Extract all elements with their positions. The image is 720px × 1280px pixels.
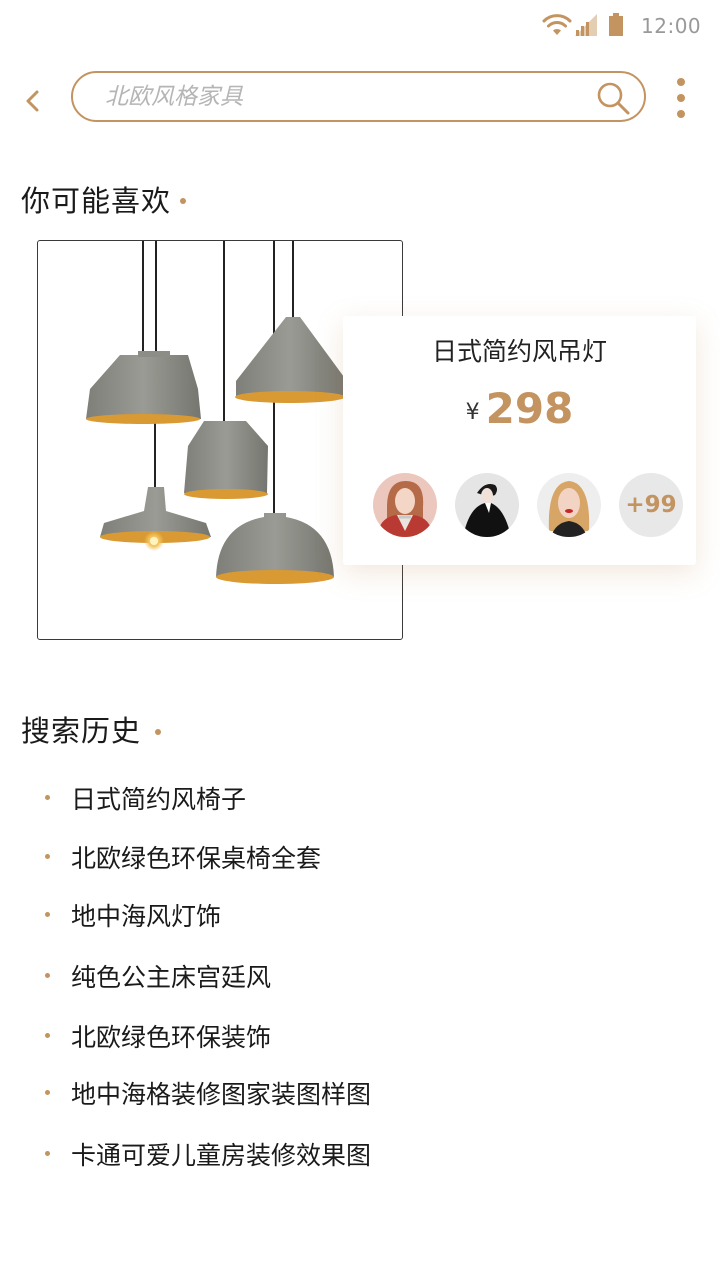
status-time: 12:00 <box>641 14 702 38</box>
price-row: ¥298 <box>343 384 696 433</box>
bullet-dot <box>45 973 50 978</box>
avatar-group: +99 <box>373 473 683 537</box>
history-item[interactable]: 北欧绿色环保桌椅全套 <box>0 835 720 879</box>
signal-icon <box>575 14 597 36</box>
more-options-button[interactable] <box>670 76 692 120</box>
wifi-icon <box>542 14 572 35</box>
more-vertical-icon-dot <box>677 94 685 102</box>
back-button[interactable] <box>18 84 48 118</box>
history-item-label: 纯色公主床宫廷风 <box>71 963 272 992</box>
screen: 12:00 你可能喜欢 <box>0 0 720 1280</box>
history-title: 搜索历史 <box>21 714 142 748</box>
history-item[interactable]: 日式简约风椅子 <box>0 776 720 820</box>
battery-icon <box>609 13 623 36</box>
product-name: 日式简约风吊灯 <box>431 337 607 366</box>
history-item[interactable]: 纯色公主床宫廷风 <box>0 954 720 998</box>
more-users-badge[interactable]: +99 <box>619 473 683 537</box>
title-accent-dot <box>180 198 186 204</box>
product-card[interactable]: 日式简约风吊灯 ¥298 +99 <box>343 316 696 565</box>
history-item-label: 北欧绿色环保装饰 <box>71 1023 272 1052</box>
history-item-label: 地中海格装修图家装图样图 <box>71 1080 372 1109</box>
history-item-label: 北欧绿色环保桌椅全套 <box>71 844 322 873</box>
chevron-left-icon <box>26 90 39 112</box>
search-bar[interactable] <box>71 71 646 122</box>
status-bar: 12:00 <box>0 0 720 52</box>
bullet-dot <box>45 1151 50 1156</box>
more-vertical-icon-dot <box>677 110 685 118</box>
history-item[interactable]: 北欧绿色环保装饰 <box>0 1014 720 1058</box>
history-item-label: 日式简约风椅子 <box>71 785 247 814</box>
history-item-label: 地中海风灯饰 <box>71 902 222 931</box>
search-input[interactable] <box>105 82 575 112</box>
history-item[interactable]: 卡通可爱儿童房装修效果图 <box>0 1132 720 1176</box>
history-item[interactable]: 地中海风灯饰 <box>0 893 720 937</box>
recommend-title: 你可能喜欢 <box>21 184 172 218</box>
avatar-user-1[interactable] <box>373 473 437 537</box>
price-value: 298 <box>485 384 574 433</box>
avatar-user-3[interactable] <box>537 473 601 537</box>
bullet-dot <box>45 1033 50 1038</box>
bullet-dot <box>45 1090 50 1095</box>
search-icon[interactable] <box>595 80 631 116</box>
bullet-dot <box>45 912 50 917</box>
avatar-user-2[interactable] <box>455 473 519 537</box>
title-accent-dot <box>155 729 161 735</box>
bullet-dot <box>45 854 50 859</box>
history-item[interactable]: 地中海格装修图家装图样图 <box>0 1071 720 1115</box>
history-item-label: 卡通可爱儿童房装修效果图 <box>71 1141 372 1170</box>
price-currency: ¥ <box>465 400 480 425</box>
more-vertical-icon <box>677 78 685 86</box>
bullet-dot <box>45 795 50 800</box>
